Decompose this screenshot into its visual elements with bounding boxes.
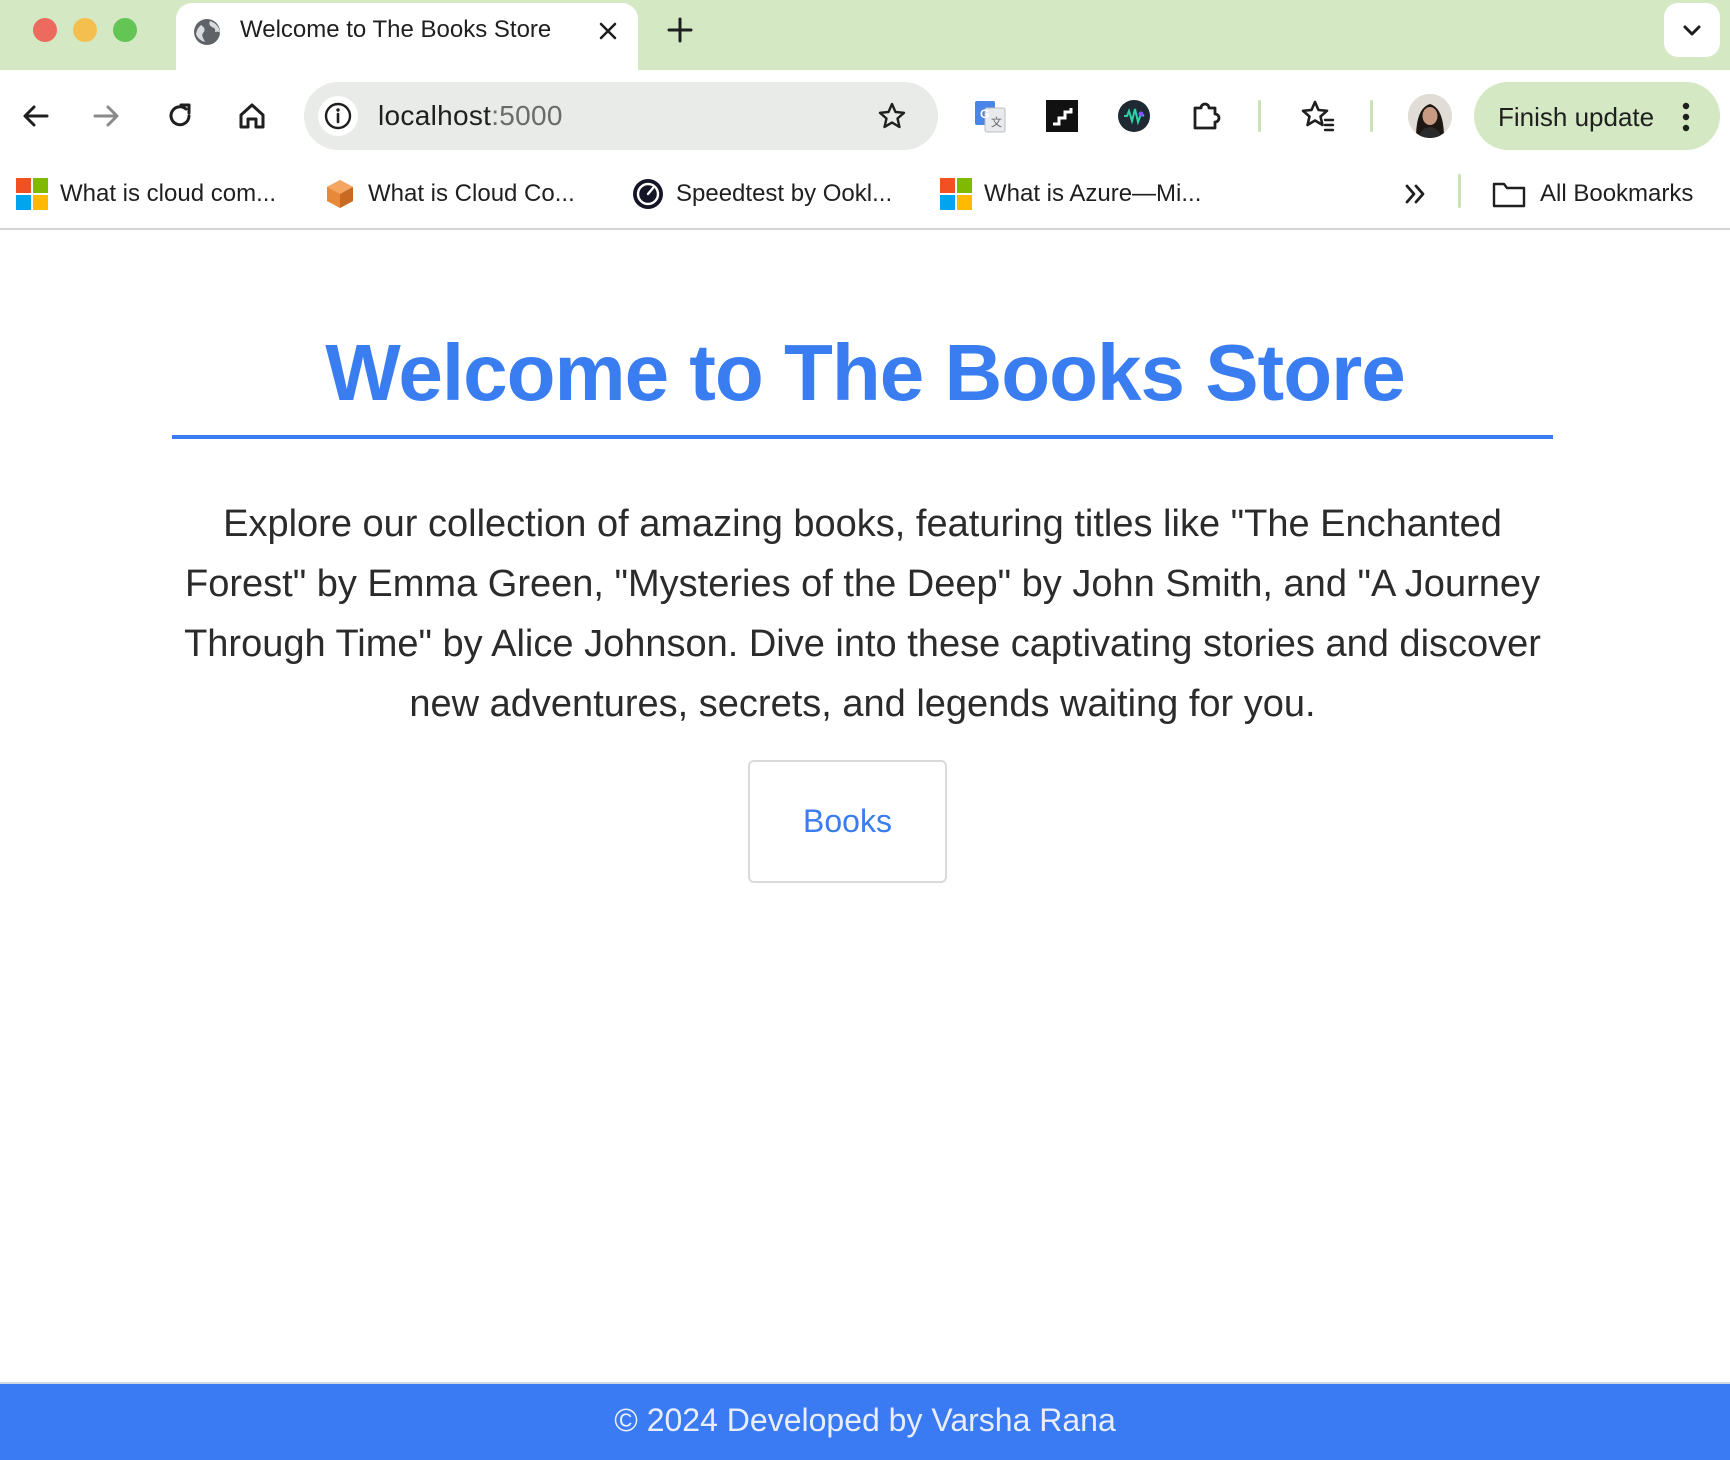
back-button[interactable]: [16, 96, 56, 136]
waveform-icon: [1118, 100, 1150, 132]
globe-icon: [194, 19, 220, 45]
intro-paragraph: Explore our collection of amazing books,…: [184, 503, 1541, 725]
bookmark-label: What is cloud com...: [60, 180, 277, 207]
home-button[interactable]: [232, 96, 272, 136]
all-bookmarks-button[interactable]: All Bookmarks: [1492, 174, 1693, 214]
svg-text:G: G: [980, 107, 989, 121]
svg-text:文: 文: [991, 115, 1002, 129]
arrow-left-icon: [23, 105, 49, 127]
url-host: localhost: [378, 100, 492, 131]
reload-icon: [169, 103, 191, 127]
microsoft-logo-icon: [940, 178, 972, 210]
window-zoom-button[interactable]: [113, 18, 137, 42]
google-translate-extension[interactable]: G 文: [970, 96, 1010, 136]
title-underline: [172, 435, 1553, 439]
home-icon: [239, 103, 265, 129]
bookmark-label: What is Cloud Co...: [368, 180, 575, 207]
puzzle-piece-icon: [1193, 102, 1221, 130]
active-tab[interactable]: Welcome to The Books Store: [176, 3, 638, 70]
chevron-down-icon: [1683, 25, 1701, 36]
toolbar-separator: [1258, 100, 1261, 132]
tab-strip: Welcome to The Books Store: [0, 0, 1730, 70]
cube-icon: [327, 180, 353, 208]
bookmark-label: What is Azure—Mi...: [984, 180, 1202, 207]
chevron-double-right-icon[interactable]: [1398, 176, 1434, 212]
page-content: Welcome to The Books Store Explore our c…: [0, 232, 1730, 1382]
close-icon[interactable]: [594, 17, 622, 45]
bookmark-star-icon[interactable]: [872, 96, 912, 136]
audio-extension[interactable]: [1114, 96, 1154, 136]
url-port: :5000: [491, 100, 563, 131]
more-vertical-icon: [1682, 102, 1690, 132]
finish-update-label: Finish update: [1498, 102, 1655, 132]
bookmark-item[interactable]: What is Cloud Co...: [324, 174, 575, 214]
browser-toolbar: localhost:5000 G 文 Finish update: [0, 70, 1730, 162]
tab-title: Welcome to The Books Store: [240, 16, 552, 43]
profile-avatar[interactable]: [1408, 94, 1452, 138]
bookmark-item[interactable]: What is Azure—Mi...: [940, 174, 1201, 214]
bookmark-item[interactable]: Speedtest by Ookl...: [632, 174, 892, 214]
bookmark-item[interactable]: What is cloud com...: [16, 174, 276, 214]
forward-button[interactable]: [86, 96, 126, 136]
black-square-extension[interactable]: [1042, 96, 1082, 136]
extensions-button[interactable]: [1186, 96, 1226, 136]
all-bookmarks-label: All Bookmarks: [1540, 180, 1694, 207]
stairs-icon: [1046, 100, 1078, 132]
window-minimize-button[interactable]: [73, 18, 97, 42]
finish-update-button[interactable]: Finish update: [1474, 82, 1720, 150]
reading-list-button[interactable]: [1298, 96, 1338, 136]
url-text[interactable]: localhost:5000: [378, 100, 563, 132]
site-info-icon[interactable]: [318, 96, 358, 136]
arrow-right-icon: [93, 105, 119, 127]
reload-button[interactable]: [160, 96, 200, 136]
books-button[interactable]: Books: [748, 760, 947, 883]
bookmarks-bar: What is cloud com... What is Cloud Co...…: [0, 162, 1730, 230]
tab-search-button[interactable]: [1664, 3, 1720, 57]
toolbar-separator: [1370, 100, 1373, 132]
page-footer: © 2024 Developed by Varsha Rana: [0, 1382, 1730, 1460]
page-title: Welcome to The Books Store: [325, 328, 1405, 417]
star-list-icon: [1301, 100, 1335, 132]
bookmarks-separator: [1458, 174, 1461, 208]
bookmark-label: Speedtest by Ookl...: [676, 180, 893, 207]
new-tab-icon[interactable]: [664, 14, 696, 46]
microsoft-logo-icon: [16, 178, 48, 210]
address-bar[interactable]: localhost:5000: [304, 82, 938, 150]
translate-icon: G 文: [975, 101, 1006, 133]
speedtest-icon: [633, 179, 663, 209]
folder-icon: [1492, 182, 1526, 208]
footer-text: © 2024 Developed by Varsha Rana: [614, 1402, 1116, 1438]
window-close-button[interactable]: [33, 18, 57, 42]
profile-photo-icon: [1408, 94, 1452, 138]
